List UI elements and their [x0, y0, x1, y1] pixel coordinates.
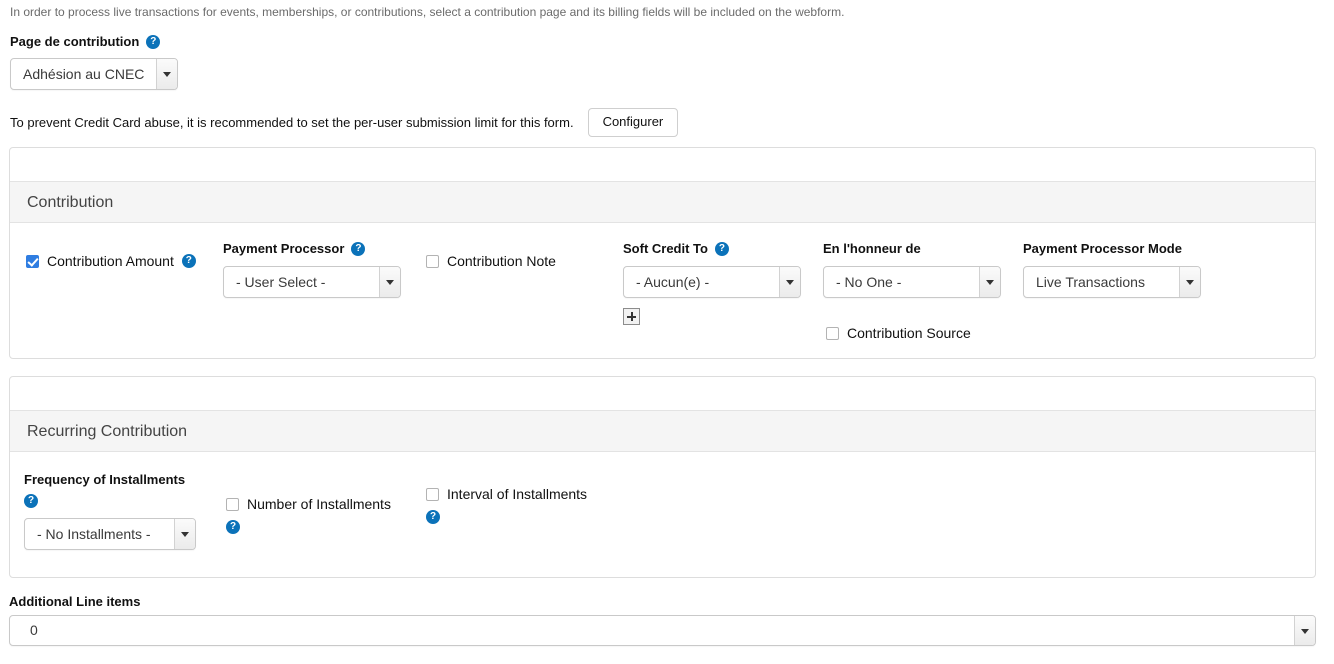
frequency-of-installments-select[interactable]: - No Installments - — [24, 518, 196, 550]
submission-limit-text: To prevent Credit Card abuse, it is reco… — [10, 115, 574, 130]
recurring-panel-spacer — [10, 377, 1315, 410]
additional-line-items-select-value: 0 — [30, 622, 38, 638]
honoree-select[interactable]: - No One - — [823, 266, 1001, 298]
number-of-installments-row[interactable]: Number of Installments — [226, 495, 391, 513]
contribution-panel-body: Contribution Amount Payment Processor - … — [10, 223, 1315, 357]
number-of-installments-label: Number of Installments — [247, 496, 391, 512]
soft-credit-to-select-value: - Aucun(e) - — [636, 274, 710, 290]
help-circle-icon[interactable] — [426, 509, 440, 524]
honoree-label: En l'honneur de — [823, 241, 921, 256]
help-circle-icon[interactable] — [351, 242, 366, 256]
payment-processor-label: Payment Processor — [223, 241, 345, 256]
payment-processor-field: Payment Processor - User Select - — [223, 241, 401, 302]
chevron-down-icon[interactable] — [174, 519, 195, 549]
number-of-installments-field: Number of Installments — [226, 495, 391, 536]
contribution-source-label: Contribution Source — [847, 325, 971, 341]
intro-description: In order to process live transactions fo… — [10, 5, 845, 19]
contribution-note-label: Contribution Note — [447, 253, 556, 269]
contribution-page-select[interactable]: Adhésion au CNEC — [10, 58, 178, 90]
plus-icon[interactable] — [623, 308, 640, 325]
additional-line-items-field: Additional Line items 0 — [9, 594, 1325, 646]
contribution-source-field: Contribution Source — [826, 324, 971, 342]
additional-line-items-label: Additional Line items — [9, 594, 141, 609]
frequency-help-wrapper — [24, 492, 196, 510]
soft-credit-to-label-row: Soft Credit To — [623, 241, 801, 257]
help-circle-icon[interactable] — [226, 519, 240, 534]
honoree-label-row: En l'honneur de — [823, 241, 1001, 257]
contribution-note-row[interactable]: Contribution Note — [426, 252, 556, 270]
contribution-note-checkbox[interactable] — [426, 254, 439, 268]
contribution-settings-page: In order to process live transactions fo… — [0, 0, 1334, 664]
soft-credit-to-field: Soft Credit To - Aucun(e) - — [623, 241, 801, 330]
contribution-amount-row[interactable]: Contribution Amount — [26, 252, 196, 270]
payment-processor-mode-field: Payment Processor Mode Live Transactions — [1023, 241, 1201, 302]
contribution-page-label-row: Page de contribution — [10, 34, 178, 50]
contribution-panel-header: Contribution — [10, 181, 1315, 223]
contribution-amount-checkbox[interactable] — [26, 254, 39, 268]
frequency-of-installments-select-value: - No Installments - — [37, 526, 151, 542]
frequency-of-installments-label: Frequency of Installments — [24, 472, 186, 487]
payment-processor-mode-label-row: Payment Processor Mode — [1023, 241, 1201, 257]
submission-limit-notice: To prevent Credit Card abuse, it is reco… — [10, 108, 679, 137]
chevron-down-icon[interactable] — [1294, 616, 1315, 645]
interval-of-installments-row[interactable]: Interval of Installments — [426, 485, 587, 503]
payment-processor-select-value: - User Select - — [236, 274, 326, 290]
payment-processor-select[interactable]: - User Select - — [223, 266, 401, 298]
payment-processor-mode-label: Payment Processor Mode — [1023, 241, 1182, 256]
payment-processor-mode-select-value: Live Transactions — [1036, 274, 1145, 290]
chevron-down-icon[interactable] — [1179, 267, 1200, 297]
interval-of-installments-checkbox[interactable] — [426, 487, 439, 501]
number-of-installments-checkbox[interactable] — [226, 497, 239, 511]
contribution-amount-label: Contribution Amount — [47, 253, 174, 269]
soft-credit-to-label: Soft Credit To — [623, 241, 708, 256]
honoree-select-value: - No One - — [836, 274, 902, 290]
chevron-down-icon[interactable] — [979, 267, 1000, 297]
chevron-down-icon[interactable] — [379, 267, 400, 297]
contribution-note-field: Contribution Note — [426, 252, 556, 270]
interval-of-installments-label: Interval of Installments — [447, 486, 588, 502]
help-circle-icon[interactable] — [181, 254, 196, 268]
help-circle-icon[interactable] — [24, 493, 38, 508]
help-circle-icon[interactable] — [714, 242, 729, 256]
interval-of-installments-help-wrapper — [426, 508, 587, 526]
contribution-page-label: Page de contribution — [10, 34, 140, 49]
recurring-panel-header: Recurring Contribution — [10, 410, 1315, 452]
contribution-amount-field: Contribution Amount — [26, 252, 196, 270]
contribution-source-row[interactable]: Contribution Source — [826, 324, 971, 342]
additional-line-items-select[interactable]: 0 — [9, 615, 1316, 646]
soft-credit-add-wrapper — [623, 308, 801, 330]
frequency-of-installments-field: Frequency of Installments - No Installme… — [24, 472, 196, 554]
chevron-down-icon[interactable] — [779, 267, 800, 297]
contribution-panel: Contribution Contribution Amount Payment… — [9, 147, 1316, 359]
help-circle-icon[interactable] — [146, 35, 161, 49]
contribution-page-field: Page de contribution Adhésion au CNEC — [10, 34, 178, 94]
payment-processor-mode-select[interactable]: Live Transactions — [1023, 266, 1201, 298]
payment-processor-label-row: Payment Processor — [223, 241, 401, 257]
recurring-contribution-panel: Recurring Contribution Frequency of Inst… — [9, 376, 1316, 578]
interval-of-installments-field: Interval of Installments — [426, 485, 587, 526]
soft-credit-to-select[interactable]: - Aucun(e) - — [623, 266, 801, 298]
contribution-page-select-value: Adhésion au CNEC — [23, 66, 145, 82]
configure-limit-button[interactable]: Configurer — [587, 108, 679, 137]
number-of-installments-help-wrapper — [226, 518, 391, 536]
recurring-panel-body: Frequency of Installments - No Installme… — [10, 452, 1315, 576]
contribution-panel-spacer — [10, 148, 1315, 181]
honoree-field: En l'honneur de - No One - — [823, 241, 1001, 302]
contribution-source-checkbox[interactable] — [826, 326, 839, 340]
chevron-down-icon[interactable] — [156, 59, 177, 89]
